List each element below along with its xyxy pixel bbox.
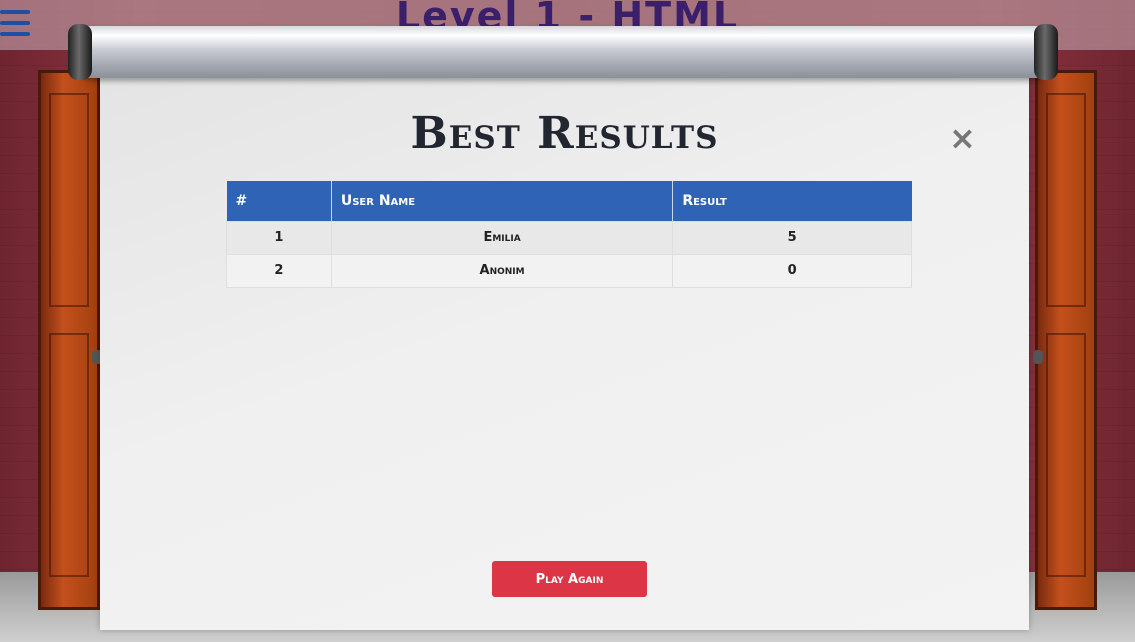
result-cell: 0 (672, 253, 912, 288)
play-again-button[interactable]: Play Again (492, 561, 647, 597)
user-name-cell: Emilia (330, 220, 674, 255)
table-row: 1 Emilia 5 (226, 220, 912, 255)
roller-bar (84, 26, 1042, 78)
column-header-result: Result (672, 181, 912, 221)
right-door-knob (1033, 350, 1043, 364)
user-name-cell: Anonim (330, 253, 674, 288)
results-table: # User Name Result 1 Emilia 5 2 Anonim 0 (226, 181, 912, 288)
roller-cap-right (1034, 24, 1058, 80)
column-header-user-name: User Name (331, 181, 674, 221)
result-cell: 5 (672, 220, 912, 255)
close-icon[interactable]: × (949, 122, 976, 154)
column-header-rank: # (226, 181, 332, 221)
modal-title: Best Results (410, 108, 719, 159)
scroll-roller (68, 24, 1058, 80)
table-header-row: # User Name Result (226, 181, 912, 221)
rank-cell: 1 (226, 220, 332, 255)
left-door (38, 70, 100, 610)
results-modal: Best Results × # User Name Result 1 Emil… (100, 78, 1029, 630)
roller-cap-left (68, 24, 92, 80)
right-door (1035, 70, 1097, 610)
rank-cell: 2 (226, 253, 332, 288)
table-row: 2 Anonim 0 (226, 253, 912, 288)
